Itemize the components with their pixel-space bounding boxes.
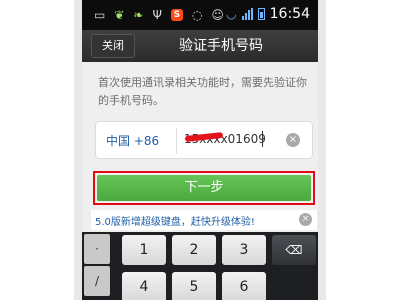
key-5[interactable]: 5 bbox=[172, 272, 216, 300]
key-2[interactable]: 2 bbox=[172, 235, 216, 265]
watermark-sub: 太平洋电脑网 bbox=[344, 264, 392, 272]
upgrade-banner[interactable]: 5.0版新增超级键盘，赶快升级体验! × bbox=[91, 210, 317, 230]
text-cursor bbox=[262, 131, 263, 147]
phone-screen: ▭ ❦ ❧ Ψ S ◌ ☺ ◡ 16:54 关闭 验证手机号码 首次使用通讯录相… bbox=[74, 0, 326, 300]
cat-icon: ☺ bbox=[211, 8, 224, 22]
watermark-main: PConline bbox=[339, 247, 392, 261]
status-bar: ▭ ❦ ❧ Ψ S ◌ ☺ ◡ 16:54 bbox=[82, 0, 318, 30]
wifi-icon: ◡ bbox=[226, 7, 237, 21]
pconline-watermark: PConline 太平洋电脑网 bbox=[340, 247, 392, 275]
vine-icon: ❦ bbox=[114, 8, 125, 22]
status-right-icons: ◡ 16:54 bbox=[226, 6, 310, 22]
page-title: 验证手机号码 bbox=[179, 38, 263, 54]
app-icon: ▭ bbox=[94, 8, 106, 22]
s-app-icon: S bbox=[170, 9, 183, 21]
title-bar: 关闭 验证手机号码 bbox=[82, 30, 318, 62]
next-button-highlight: 下一步 bbox=[93, 171, 315, 205]
delete-key[interactable]: ⌫ bbox=[272, 235, 316, 265]
key-6[interactable]: 6 bbox=[222, 272, 266, 300]
key-4[interactable]: 4 bbox=[122, 272, 166, 300]
input-divider bbox=[176, 128, 177, 154]
close-button[interactable]: 关闭 bbox=[91, 34, 135, 58]
status-time: 16:54 bbox=[269, 6, 310, 22]
keyboard-symbol-dot[interactable]: · bbox=[84, 234, 110, 264]
status-left-icons: ▭ ❦ ❧ Ψ S ◌ ☺ bbox=[94, 8, 224, 22]
battery-icon bbox=[257, 8, 265, 20]
signal-icon bbox=[241, 8, 253, 20]
numeric-keyboard: · / 1 2 3 ⌫ 4 5 6 bbox=[82, 232, 318, 300]
leaf-icon: ❧ bbox=[133, 8, 144, 22]
key-1[interactable]: 1 bbox=[122, 235, 166, 265]
clear-icon[interactable]: × bbox=[286, 133, 300, 147]
phone-input-card: 中国 +86 15xxxx01609 × bbox=[95, 121, 313, 159]
close-icon[interactable]: × bbox=[299, 213, 312, 226]
usb-icon: Ψ bbox=[152, 8, 162, 22]
banner-text: 5.0版新增超级键盘，赶快升级体验! bbox=[95, 217, 255, 228]
keyboard-symbol-slash[interactable]: / bbox=[84, 266, 110, 296]
next-button[interactable]: 下一步 bbox=[97, 175, 311, 201]
chat-icon: ◌ bbox=[191, 8, 203, 22]
key-3[interactable]: 3 bbox=[222, 235, 266, 265]
description-text: 首次使用通讯录相关功能时，需要先验证你的手机号码。 bbox=[98, 76, 307, 107]
country-code-selector[interactable]: 中国 +86 bbox=[106, 132, 159, 149]
